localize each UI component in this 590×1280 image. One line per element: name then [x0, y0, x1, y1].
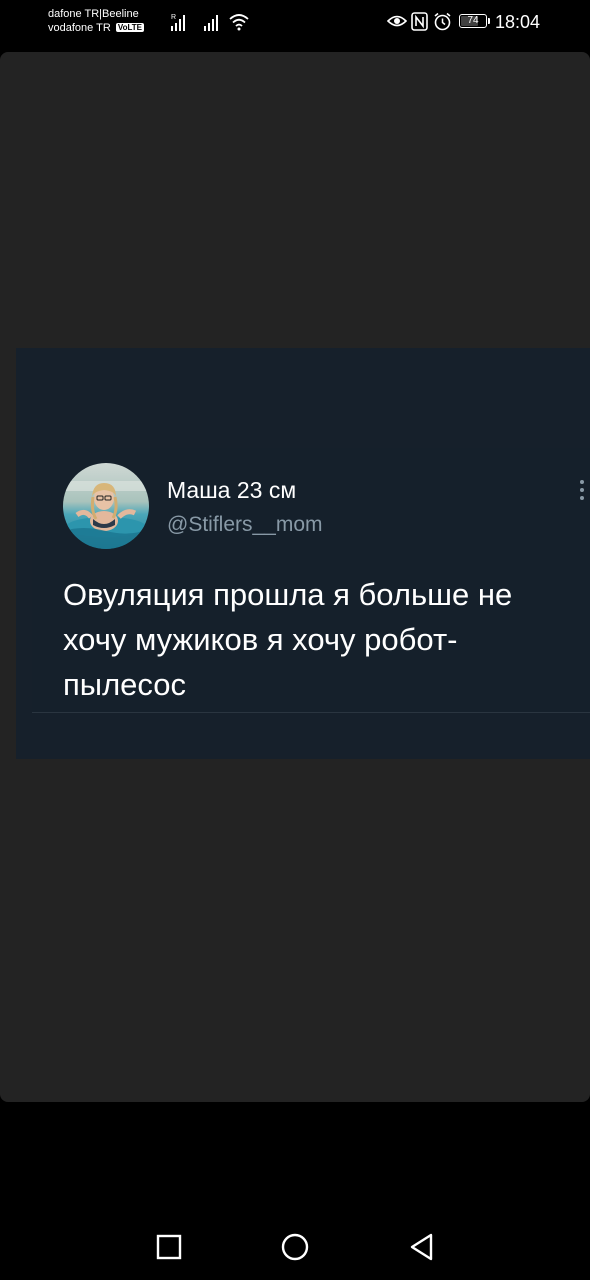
avatar-photo — [63, 463, 149, 549]
battery-percent: 74 — [467, 15, 479, 26]
carrier-line-2: vodafone TR VoLTE — [48, 21, 145, 35]
tweet-card: Маша 23 см @Stiflers__mom Овуляция прошл… — [32, 448, 590, 713]
carrier-info: dafone TR|Beeline vodafone TR VoLTE — [48, 7, 145, 35]
volte-badge: VoLTE — [115, 23, 145, 32]
tweet-author-handle: @Stiflers__mom — [167, 513, 323, 536]
tweet-author-name: Маша 23 см — [167, 477, 297, 503]
battery-nub — [488, 18, 490, 24]
battery-icon: 74 — [459, 14, 487, 28]
image-viewer[interactable]: Маша 23 см @Stiflers__mom Овуляция прошл… — [0, 52, 590, 1102]
carrier-line-2-label: vodafone TR — [48, 22, 111, 34]
signal-icon — [204, 15, 218, 31]
status-bar: dafone TR|Beeline vodafone TR VoLTE R 74… — [0, 0, 590, 46]
signal-icon: R — [171, 14, 185, 31]
tweet-screenshot-image[interactable]: Маша 23 см @Stiflers__mom Овуляция прошл… — [16, 348, 590, 759]
status-time: 18:04 — [495, 12, 541, 32]
back-icon[interactable] — [404, 1230, 438, 1264]
tweet-text: Овуляция прошла я больше не хочу мужиков… — [63, 577, 513, 702]
home-icon[interactable] — [278, 1230, 312, 1264]
alarm-icon — [434, 12, 451, 31]
more-options-icon — [580, 480, 584, 500]
eye-comfort-icon — [387, 15, 407, 27]
navigation-bar — [0, 1210, 590, 1280]
recents-icon[interactable] — [152, 1230, 186, 1264]
roaming-mark: R — [171, 14, 176, 21]
nfc-icon — [411, 12, 428, 31]
avatar — [63, 463, 149, 549]
carrier-line-1: dafone TR|Beeline — [48, 8, 139, 20]
wifi-icon — [229, 14, 249, 31]
